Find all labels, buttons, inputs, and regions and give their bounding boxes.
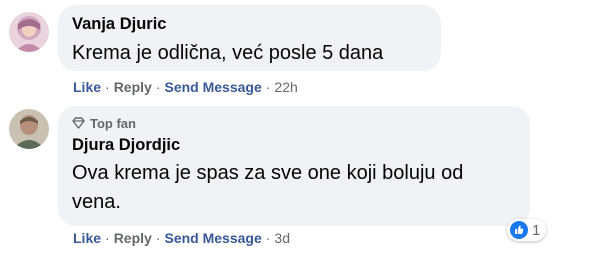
comment-timestamp[interactable]: 22h <box>274 79 297 95</box>
avatar[interactable] <box>9 12 49 52</box>
comment-timestamp[interactable]: 3d <box>274 230 290 246</box>
avatar-photo-icon <box>9 12 49 52</box>
separator-dot: · <box>105 79 110 95</box>
comment-author[interactable]: Vanja Djuric <box>72 14 427 35</box>
comment-actions: Like · Reply · Send Message · 22h <box>73 79 298 95</box>
send-message-button[interactable]: Send Message <box>164 230 261 246</box>
comment-bubble: Top fan Djura Djordjic Ova krema je spas… <box>58 106 530 226</box>
comment-text: Ova krema je spas za sve one koji boluju… <box>72 162 464 213</box>
separator-dot: · <box>155 79 161 95</box>
comment-author[interactable]: Djura Djordjic <box>72 135 516 156</box>
separator-dot: · <box>265 230 271 246</box>
avatar-photo-icon <box>9 109 49 149</box>
comment-text: Krema je odlična, već posle 5 dana <box>72 42 384 64</box>
avatar[interactable] <box>9 109 49 149</box>
diamond-icon <box>72 117 85 129</box>
comment-actions: Like · Reply · Send Message · 3d <box>73 230 290 246</box>
badge-label: Top fan <box>90 115 136 131</box>
send-message-button[interactable]: Send Message <box>164 79 261 95</box>
separator-dot: · <box>105 230 110 246</box>
like-button[interactable]: Like <box>73 230 101 246</box>
like-reaction-icon <box>510 221 528 239</box>
like-button[interactable]: Like <box>73 79 101 95</box>
reaction-count[interactable]: 1 <box>507 219 547 241</box>
top-fan-badge: Top fan <box>72 114 516 132</box>
reply-button[interactable]: Reply <box>114 79 152 95</box>
reaction-count-label: 1 <box>532 221 541 239</box>
separator-dot: · <box>265 79 271 95</box>
reply-button[interactable]: Reply <box>114 230 152 246</box>
comment-bubble: Vanja Djuric Krema je odlična, već posle… <box>58 5 441 71</box>
separator-dot: · <box>155 230 161 246</box>
